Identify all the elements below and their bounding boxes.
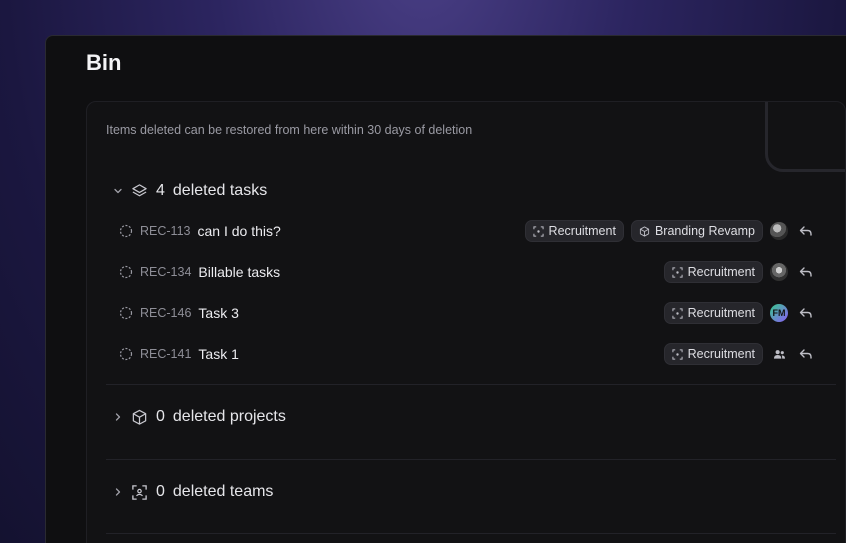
avatar[interactable]: FM (770, 304, 788, 322)
avatar[interactable] (770, 345, 788, 363)
projects-count: 0 (156, 408, 165, 425)
table-row[interactable]: REC-146 Task 3 Recruitment FM (119, 300, 824, 326)
team-frame-icon (672, 348, 683, 360)
teams-count: 0 (156, 483, 165, 500)
team-chip[interactable]: Recruitment (663, 343, 763, 365)
team-chip[interactable]: Recruitment (663, 302, 763, 324)
dashed-circle-icon (119, 224, 133, 238)
undo-arrow-icon[interactable] (798, 346, 814, 362)
group-icon (773, 349, 785, 359)
bin-panel: Items deleted can be restored from here … (86, 101, 846, 543)
section-header-teams[interactable]: 0 deleted teams (113, 483, 273, 501)
chevron-right-icon (115, 413, 121, 421)
table-row[interactable]: REC-134 Billable tasks Recruitment (119, 259, 824, 285)
team-chip[interactable]: Recruitment (663, 261, 763, 283)
panel-decoration (765, 102, 845, 172)
dashed-circle-icon (119, 306, 133, 320)
task-title[interactable]: Task 1 (198, 346, 238, 362)
chevron-down-icon (114, 188, 122, 194)
divider (106, 459, 836, 460)
section-header-tasks[interactable]: 4 deleted tasks (113, 182, 267, 200)
bin-window: Bin Items deleted can be restored from h… (45, 35, 846, 543)
undo-arrow-icon[interactable] (798, 223, 814, 239)
tasks-label: deleted tasks (172, 182, 268, 199)
task-id: REC-146 (140, 306, 192, 320)
task-id: REC-134 (140, 265, 192, 279)
team-chip-label: Recruitment (548, 224, 616, 238)
task-id: REC-113 (140, 224, 191, 238)
task-title[interactable]: Billable tasks (198, 264, 280, 280)
table-row[interactable]: REC-113 can I do this? Recruitment Brand… (119, 218, 824, 244)
undo-arrow-icon[interactable] (798, 264, 814, 280)
cube-icon (639, 225, 650, 237)
task-id: REC-141 (140, 347, 192, 361)
avatar[interactable] (770, 222, 788, 240)
cube-icon (132, 409, 147, 425)
dashed-circle-icon (119, 347, 133, 361)
table-row[interactable]: REC-141 Task 1 Recruitment (119, 341, 824, 367)
layers-icon (132, 183, 147, 196)
team-chip-label: Recruitment (687, 265, 755, 279)
team-frame-icon (672, 307, 683, 319)
page-title: Bin (86, 50, 122, 75)
bin-description: Items deleted can be restored from here … (106, 123, 473, 137)
teams-label: deleted teams (172, 483, 274, 500)
team-frame-icon (132, 484, 147, 500)
chevron-right-icon (115, 488, 121, 496)
team-chip[interactable]: Recruitment (524, 220, 624, 242)
avatar[interactable] (770, 263, 788, 281)
divider (106, 384, 836, 385)
divider (106, 533, 836, 534)
team-chip-label: Recruitment (687, 306, 755, 320)
projects-label: deleted projects (172, 408, 286, 425)
section-header-projects[interactable]: 0 deleted projects (113, 408, 286, 426)
task-title[interactable]: Task 3 (198, 305, 238, 321)
tasks-count: 4 (156, 182, 165, 199)
team-frame-icon (672, 266, 683, 278)
team-frame-icon (532, 225, 544, 237)
project-chip-label: Branding Revamp (654, 224, 755, 238)
dashed-circle-icon (119, 265, 133, 279)
undo-arrow-icon[interactable] (798, 305, 814, 321)
project-chip[interactable]: Branding Revamp (630, 220, 763, 242)
task-title[interactable]: can I do this? (197, 223, 280, 239)
team-chip-label: Recruitment (687, 347, 755, 361)
